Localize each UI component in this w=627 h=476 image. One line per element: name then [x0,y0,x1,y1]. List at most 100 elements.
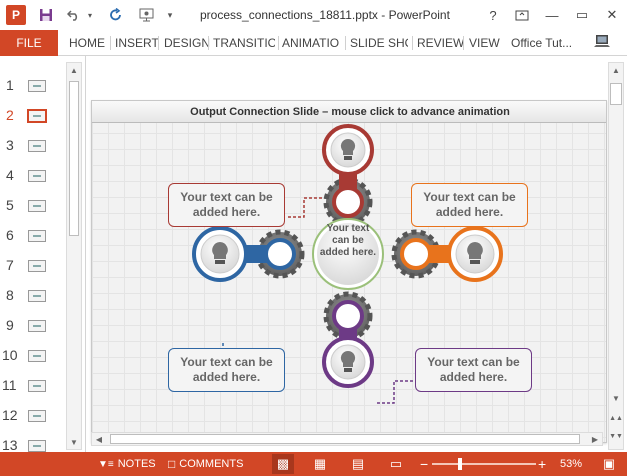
account-picture-icon[interactable] [592,32,614,52]
fit-slide-to-window-icon[interactable]: ▣ [598,454,620,474]
help-icon[interactable]: ? [481,4,505,26]
zoom-in-button[interactable]: + [538,452,546,476]
notes-button[interactable]: ▼≡ NOTES [98,452,156,476]
tab-divider [345,36,346,50]
ribbon-tabs: FILE HOME INSERT DESIGN TRANSITIO ANIMAT… [0,30,627,56]
notes-label: NOTES [117,458,156,470]
tab-divider [208,36,209,50]
tab-divider [110,36,111,50]
customize-toolbar-icon[interactable]: ▾ [164,5,176,25]
slide-thumbnail[interactable]: 6 [0,220,66,250]
slide-number: 2 [6,107,14,123]
slide-thumbnail-image [28,440,46,452]
slide-thumbnail[interactable]: 5 [0,190,66,220]
slide-thumbnail[interactable]: 7 [0,250,66,280]
thumbnails-scrollbar[interactable]: ▲ ▼ [66,62,82,450]
editor-horizontal-scrollbar[interactable]: ◀ ▶ [91,432,603,446]
text-box-top-right[interactable]: Your text can be added here. [411,183,528,227]
slide-thumbnail[interactable]: 13 [0,430,66,452]
close-button[interactable]: ✕ [600,4,624,26]
slide-number: 8 [6,287,14,303]
tab-home[interactable]: HOME [69,30,105,56]
zoom-out-button[interactable]: − [420,452,428,476]
tab-slide-show[interactable]: SLIDE SHO [350,30,408,56]
slide-number: 10 [2,347,18,363]
title-bar: P ▾ ▾ process_connections_18811.pptx - P… [0,0,627,30]
tab-design[interactable]: DESIGN [164,30,210,56]
previous-slide-icon[interactable]: ▲▲ [609,411,623,425]
redo-icon[interactable] [106,5,126,25]
scroll-down-arrow-icon[interactable]: ▼ [609,391,623,405]
text-box-bottom-left[interactable]: Your text can be added here. [168,348,285,392]
undo-icon[interactable] [64,5,84,25]
slide-number: 12 [2,407,18,423]
minimize-button[interactable]: — [540,4,564,26]
lightbulb-left-icon [192,226,248,282]
account-name[interactable]: Office Tut... [511,30,572,56]
zoom-level[interactable]: 53% [560,452,582,476]
lightbulb-top-icon [322,124,374,176]
text-box-top-left[interactable]: Your text can be added here. [168,183,285,227]
zoom-slider[interactable] [432,458,536,470]
slide-number: 11 [2,377,17,393]
undo-dropdown-icon[interactable]: ▾ [84,5,96,25]
next-slide-icon[interactable]: ▼▼ [609,429,623,443]
tab-divider [412,36,413,50]
slide-thumbnail-image [28,350,46,362]
slide-thumbnail[interactable]: 11 [0,370,66,400]
slide-number: 1 [6,77,14,93]
scroll-down-arrow-icon[interactable]: ▼ [67,435,81,449]
slide-thumbnail-image [28,380,46,392]
scroll-right-arrow-icon[interactable]: ▶ [588,433,602,445]
comments-label: COMMENTS [179,458,244,470]
slide-canvas[interactable]: Output Connection Slide – mouse click to… [91,100,607,443]
zoom-slider-knob[interactable] [458,458,462,470]
slide-thumbnail[interactable]: 12 [0,400,66,430]
tab-divider [158,36,159,50]
slide-thumbnail[interactable]: 3 [0,130,66,160]
slide-thumbnail-image [28,320,46,332]
slide-thumbnail-image [28,140,46,152]
text-box-bottom-right[interactable]: Your text can be added here. [415,348,532,392]
scroll-up-arrow-icon[interactable]: ▲ [609,63,623,77]
editor-vertical-scrollbar[interactable]: ▲ ▼ ▲▲ ▼▼ [608,62,624,450]
reading-view-icon[interactable]: ▤ [347,454,369,474]
slide-number: 9 [6,317,14,333]
tab-transitions[interactable]: TRANSITIO [213,30,275,56]
ribbon-display-options-icon[interactable] [510,4,534,26]
slide-thumbnail[interactable]: 4 [0,160,66,190]
tab-review[interactable]: REVIEW [417,30,464,56]
slide-thumbnail[interactable]: 10 [0,340,66,370]
slide-number: 6 [6,227,14,243]
start-from-beginning-icon[interactable] [136,5,158,25]
slide-thumbnail-active[interactable]: 2 [0,100,66,130]
tab-animations[interactable]: ANIMATIO [282,30,344,56]
powerpoint-logo-icon[interactable]: P [6,5,26,25]
slide-show-view-icon[interactable]: ▭ [385,454,407,474]
tab-view[interactable]: VIEW [469,30,500,56]
scrollbar-thumb[interactable] [110,434,580,444]
tab-insert[interactable]: INSERT [115,30,159,56]
slide-number: 5 [6,197,14,213]
slide-number: 7 [6,257,14,273]
scroll-up-arrow-icon[interactable]: ▲ [67,63,81,77]
slide-thumbnail-image [28,170,46,182]
slide-thumbnail[interactable]: 1 [0,70,66,100]
normal-view-icon[interactable]: ▩ [272,454,294,474]
save-icon[interactable] [36,5,56,25]
slide-thumbnail-image [28,290,46,302]
lightbulb-right-icon [447,226,503,282]
slide-sorter-view-icon[interactable]: ▦ [309,454,331,474]
slide-thumbnail-image [28,80,46,92]
slide-thumbnail-image [28,230,46,242]
scrollbar-thumb[interactable] [610,83,622,105]
scrollbar-thumb[interactable] [69,81,79,236]
comments-button[interactable]: □ COMMENTS [168,452,243,476]
restore-button[interactable]: ▭ [570,4,594,26]
slide-thumbnail[interactable]: 8 [0,280,66,310]
slide-thumbnail[interactable]: 9 [0,310,66,340]
scroll-left-arrow-icon[interactable]: ◀ [92,433,106,445]
tab-file[interactable]: FILE [0,30,58,56]
slide-thumbnail-image [27,109,47,123]
center-text[interactable]: Your text can be added here. [317,205,379,277]
